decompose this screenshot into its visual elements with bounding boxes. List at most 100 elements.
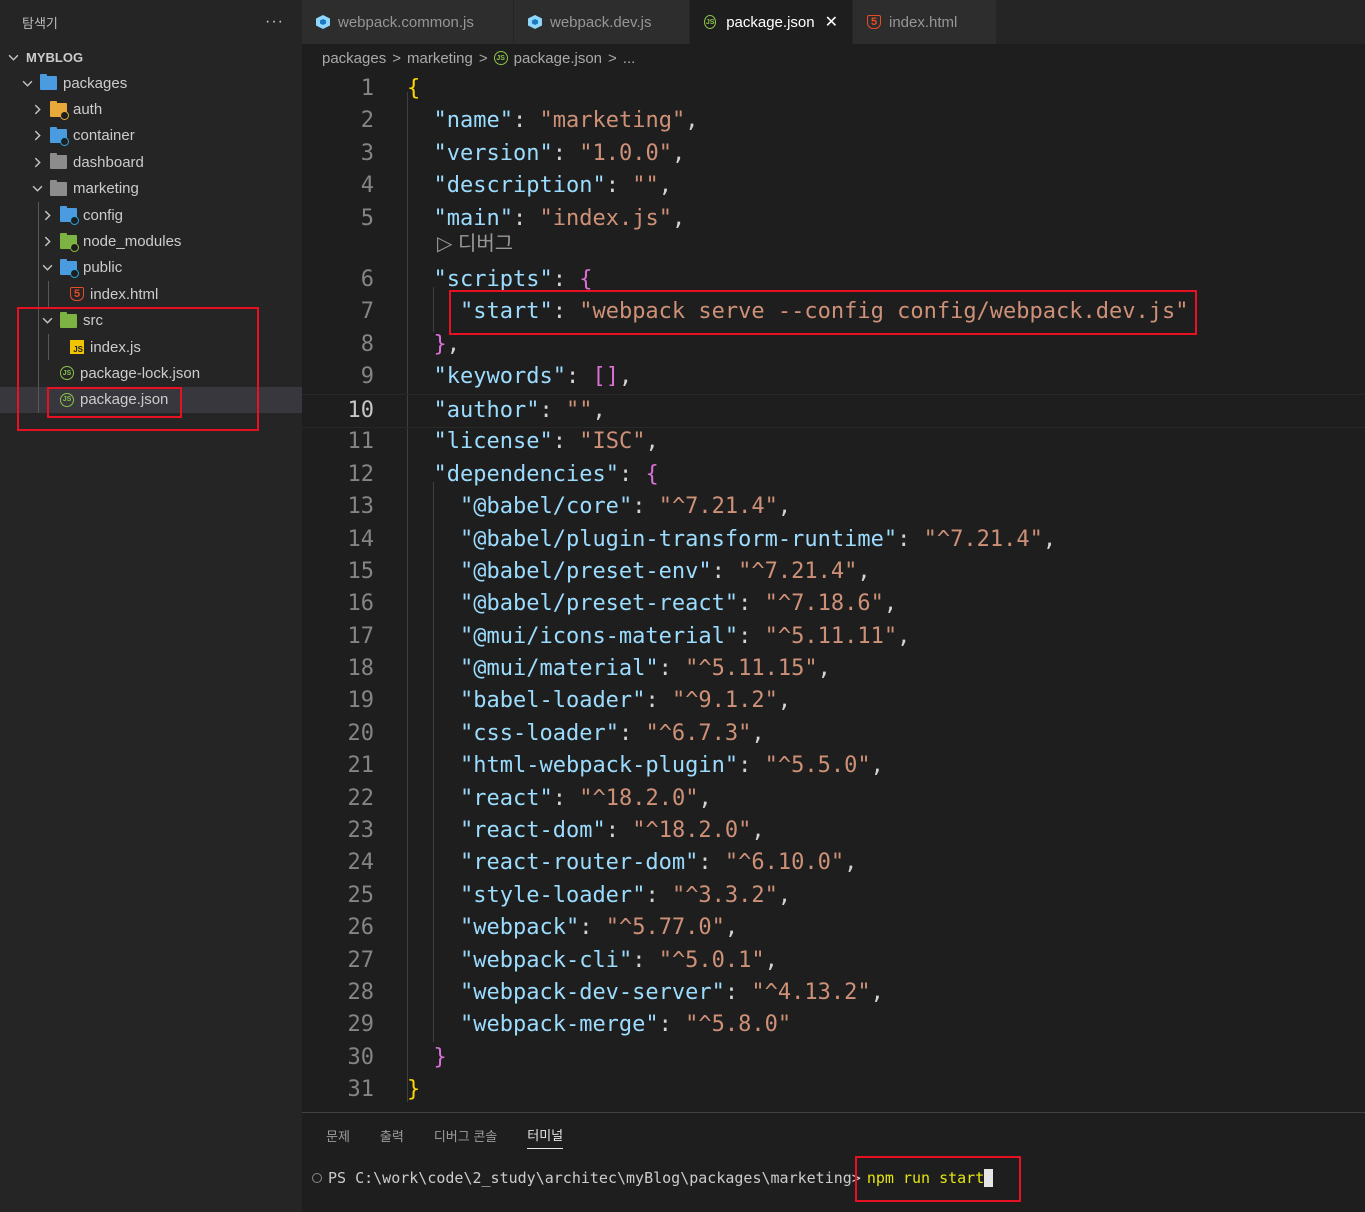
punctuation: " <box>685 850 699 875</box>
code-line[interactable]: 13 "@babel/core": "^7.21.4", <box>302 491 1365 523</box>
punctuation: , <box>618 364 633 389</box>
terminal-line[interactable]: PS C:\work\code\2_study\architec\myBlog\… <box>312 1169 994 1187</box>
punctuation: " <box>724 850 739 875</box>
code-line[interactable]: 8 }, <box>302 329 1365 361</box>
code-line[interactable]: 26 "webpack": "^5.77.0", <box>302 912 1365 944</box>
code-line[interactable]: 16 "@babel/preset-react": "^7.18.6", <box>302 588 1365 620</box>
code-line[interactable]: 22 "react": "^18.2.0", <box>302 783 1365 815</box>
tab-index-html[interactable]: 5 index.html <box>853 0 997 44</box>
code-line[interactable]: 12 "dependencies": { <box>302 459 1365 491</box>
punctuation: : <box>552 299 580 324</box>
breadcrumb-item[interactable]: package.json <box>514 50 602 67</box>
code-line[interactable]: 25 "style-loader": "^3.3.2", <box>302 880 1365 912</box>
code-line[interactable]: 17 "@mui/icons-material": "^5.11.11", <box>302 621 1365 653</box>
punctuation: " <box>459 753 474 778</box>
punctuation: , <box>883 591 898 616</box>
tab-output[interactable]: 출력 <box>380 1113 404 1157</box>
punctuation: " <box>433 364 447 389</box>
punctuation: " <box>685 786 699 811</box>
tree-item-package-json[interactable]: JS package.json <box>0 386 302 414</box>
punctuation: " <box>724 753 739 778</box>
punctuation: " <box>459 656 474 681</box>
punctuation: " <box>685 1012 699 1037</box>
breadcrumb-item[interactable]: packages <box>322 50 386 67</box>
line-content: "@babel/preset-react": "^7.18.6", <box>407 588 897 620</box>
close-icon[interactable]: ✕ <box>825 12 838 32</box>
code-line[interactable]: 28 "webpack-dev-server": "^4.13.2", <box>302 977 1365 1009</box>
code-line[interactable]: 10 "author": "", <box>302 394 1365 428</box>
code-line[interactable]: 1{ <box>302 73 1365 105</box>
code-line[interactable]: 23 "react-dom": "^18.2.0", <box>302 815 1365 847</box>
punctuation: " <box>645 721 659 746</box>
line-number: 2 <box>360 108 374 133</box>
code-line[interactable]: 24 "react-router-dom": "^6.10.0", <box>302 847 1365 879</box>
breadcrumb-item[interactable]: marketing <box>407 50 473 67</box>
tree-item-src[interactable]: src <box>0 307 302 334</box>
tree-item-node-modules[interactable]: node_modules <box>0 228 302 255</box>
code-line[interactable]: 27 "webpack-cli": "^5.0.1", <box>302 945 1365 977</box>
code-line[interactable]: 11 "license": "ISC", <box>302 426 1365 458</box>
tab-package-json[interactable]: JS package.json ✕ <box>690 0 853 44</box>
code-line[interactable]: 31} <box>302 1074 1365 1106</box>
line-content: "version": "1.0.0", <box>407 138 686 170</box>
code-line[interactable]: 7 "start": "webpack serve --config confi… <box>302 296 1365 328</box>
code-line[interactable]: 2 "name": "marketing", <box>302 105 1365 137</box>
tab-debug-console[interactable]: 디버그 콘솔 <box>434 1113 497 1157</box>
line-number: 26 <box>347 915 375 940</box>
punctuation: { <box>645 462 659 487</box>
tree-item-dashboard[interactable]: dashboard <box>0 149 302 175</box>
tree-item-label: dashboard <box>73 153 144 171</box>
code-line[interactable]: 3 "version": "1.0.0", <box>302 138 1365 170</box>
debug-codelens[interactable]: ▷ 디버그 <box>437 230 513 258</box>
json-value: 1.0.0 <box>592 141 659 166</box>
tree-item-index-html[interactable]: 5 index.html <box>0 281 302 308</box>
code-line[interactable]: 9 "keywords": [], <box>302 361 1365 393</box>
code-editor[interactable]: 1{2 "name": "marketing", 3 "version": "1.… <box>302 72 1365 1112</box>
tree-item-package-lock-json[interactable]: JS package-lock.json <box>0 360 302 387</box>
more-actions-icon[interactable]: ··· <box>265 13 284 31</box>
json-key: keywords <box>446 364 553 389</box>
tree-item-auth[interactable]: auth <box>0 96 302 122</box>
tab-webpack-common-js[interactable]: webpack.common.js <box>302 0 514 44</box>
punctuation: , <box>857 559 871 584</box>
line-number: 5 <box>360 206 374 231</box>
code-line[interactable]: 15 "@babel/preset-env": "^7.21.4", <box>302 556 1365 588</box>
punctuation: " <box>459 591 474 616</box>
dependency-version: ^5.5.0 <box>777 753 858 778</box>
punctuation: " <box>645 1012 659 1037</box>
tree-item-index-js[interactable]: JS index.js <box>0 333 302 361</box>
punctuation: " <box>751 980 765 1005</box>
punctuation: " <box>658 206 672 231</box>
code-line[interactable]: 6 "scripts": { <box>302 264 1365 296</box>
code-line[interactable]: 21 "html-webpack-plugin": "^5.5.0", <box>302 750 1365 782</box>
tab-webpack-dev-js[interactable]: webpack.dev.js <box>514 0 690 44</box>
tree-item-config[interactable]: config <box>0 201 302 229</box>
code-line[interactable]: 14 "@babel/plugin-transform-runtime": "^… <box>302 524 1365 556</box>
code-line[interactable]: 18 "@mui/material": "^5.11.15", <box>302 653 1365 685</box>
line-content: } <box>407 1074 420 1106</box>
punctuation: " <box>579 786 593 811</box>
line-content: "license": "ISC", <box>407 426 659 458</box>
code-line[interactable]: 29 "webpack-merge": "^5.8.0" <box>302 1009 1365 1041</box>
tree-item-packages[interactable]: packages <box>0 70 302 96</box>
tree-item-public[interactable]: public <box>0 254 302 282</box>
line-number: 18 <box>347 656 375 681</box>
punctuation: " <box>433 462 447 487</box>
punctuation: , <box>645 429 659 454</box>
workspace-section-header[interactable]: MYBLOG <box>0 44 302 70</box>
line-content: "keywords": [], <box>407 361 633 393</box>
punctuation: : <box>658 656 686 681</box>
code-line[interactable]: 20 "css-loader": "^6.7.3", <box>302 718 1365 750</box>
tab-label: webpack.dev.js <box>550 13 652 31</box>
tree-item-container[interactable]: container <box>0 123 302 149</box>
breadcrumb-item[interactable]: ... <box>623 50 636 67</box>
punctuation: " <box>605 915 619 940</box>
code-line[interactable]: 19 "babel-loader": "^9.1.2", <box>302 685 1365 717</box>
tree-item-marketing[interactable]: marketing <box>0 176 302 202</box>
punctuation: " <box>738 818 752 843</box>
tab-terminal[interactable]: 터미널 <box>527 1121 564 1149</box>
code-line[interactable]: 30 } <box>302 1042 1365 1074</box>
tree-item-label: config <box>83 206 124 224</box>
tab-problems[interactable]: 문제 <box>326 1113 350 1157</box>
code-line[interactable]: 4 "description": "", <box>302 170 1365 202</box>
